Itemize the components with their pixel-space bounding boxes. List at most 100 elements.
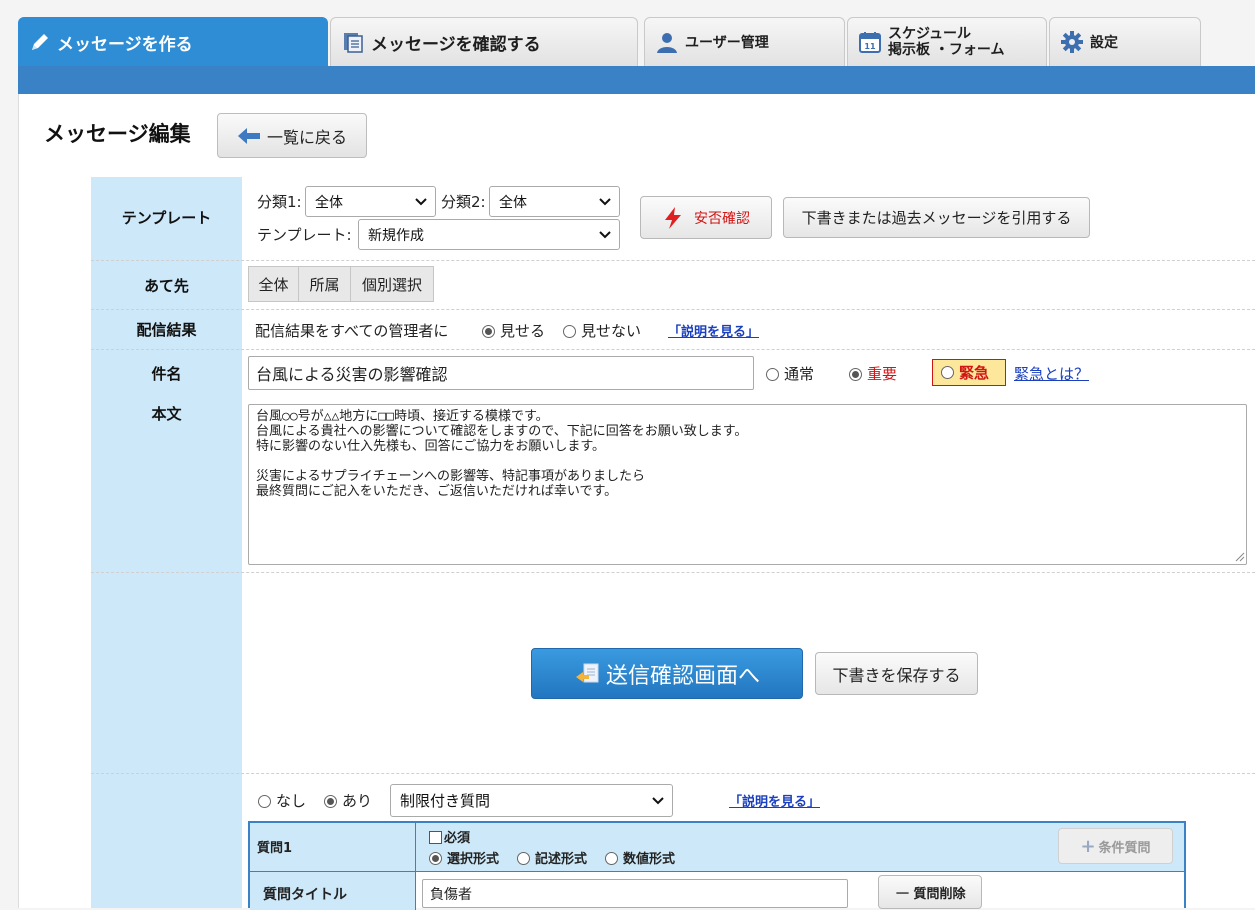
delivery-show-radio[interactable]: 見せる [482, 320, 545, 341]
template-select[interactable]: 新規作成 [358, 219, 620, 250]
template-select-value: 新規作成 [368, 227, 424, 244]
row-divider [91, 773, 1255, 774]
resize-handle-icon[interactable] [1234, 551, 1245, 562]
send-confirm-button[interactable]: 送信確認画面へ [531, 648, 803, 699]
delivery-show-label: 見せる [500, 322, 546, 340]
radio-icon [766, 368, 779, 381]
question-exists-radio[interactable]: あり [324, 790, 372, 811]
radio-icon [941, 366, 954, 379]
pencil-icon [29, 31, 51, 53]
lightning-icon [665, 206, 681, 229]
priority-important-label: 重要 [867, 365, 898, 383]
document-stack-icon [341, 30, 365, 54]
radio-icon [605, 852, 618, 865]
priority-important-radio[interactable]: 重要 [849, 363, 897, 384]
save-draft-button[interactable]: 下書きを保存する [815, 652, 978, 695]
format-number-label: 数値形式 [623, 852, 676, 867]
priority-urgent-label: 緊急 [959, 364, 990, 382]
tab-create-message-label: メッセージを作る [57, 34, 193, 55]
checkbox-icon [429, 831, 442, 844]
conditional-question-label: 条件質問 [1098, 840, 1151, 856]
safety-check-label: 安否確認 [694, 210, 750, 227]
category2-select-value: 全体 [499, 194, 527, 211]
priority-normal-radio[interactable]: 通常 [766, 363, 814, 384]
question-type-select[interactable]: 制限付き質問 [390, 784, 673, 817]
svg-text:11: 11 [864, 42, 876, 51]
label-template: テンプレート [121, 209, 212, 227]
radio-selected-icon [482, 325, 495, 338]
body-textarea[interactable]: 台風○○号が△△地方に□□時頃、接近する模様です。 台風による貴社への影響につい… [248, 404, 1247, 565]
tab-settings[interactable]: 設定 [1049, 17, 1201, 66]
delivery-hide-radio[interactable]: 見せない [563, 320, 641, 341]
template-select-label: テンプレート: [257, 226, 352, 244]
format-number-radio[interactable]: 数値形式 [605, 848, 675, 867]
arrow-left-icon [237, 127, 260, 144]
category2-label: 分類2: [441, 193, 486, 211]
delivery-result-text: 配信結果をすべての管理者に [255, 322, 449, 340]
back-to-list-button[interactable]: 一覧に戻る [217, 113, 367, 158]
chevron-down-icon [652, 797, 664, 805]
delete-question-button[interactable]: －質問削除 [878, 875, 982, 909]
send-confirm-label: 送信確認画面へ [605, 663, 760, 689]
body-line: 台風による貴社への影響について確認をしますので、下記に回答をお願い致します。 [256, 424, 748, 439]
destination-affiliation-label: 所属 [309, 275, 340, 294]
format-choice-label: 選択形式 [447, 852, 500, 867]
question-explain-link[interactable]: 「説明を見る」 [729, 791, 820, 810]
label-delivery-result: 配信結果 [136, 321, 197, 339]
plus-icon: + [1080, 835, 1096, 857]
safety-check-button[interactable]: 安否確認 [640, 196, 772, 239]
category1-select[interactable]: 全体 [305, 186, 436, 217]
question-title-label: 質問タイトル [263, 887, 347, 903]
calendar-icon: 11 [858, 30, 882, 54]
radio-selected-icon [429, 852, 442, 865]
radio-selected-icon [849, 368, 862, 381]
tab-user-management[interactable]: ユーザー管理 [644, 17, 845, 66]
page-title: メッセージ編集 [44, 122, 191, 146]
question-none-label: なし [276, 792, 307, 810]
delete-question-label: 質問削除 [913, 886, 966, 902]
category1-label: 分類1: [257, 193, 302, 211]
category2-select[interactable]: 全体 [489, 186, 620, 217]
quote-draft-label: 下書きまたは過去メッセージを引用する [801, 209, 1072, 227]
row-divider [91, 260, 1255, 261]
chevron-down-icon [415, 198, 427, 206]
tab-confirm-message-label: メッセージを確認する [371, 34, 541, 55]
tab-user-management-label: ユーザー管理 [685, 35, 769, 51]
back-to-list-label: 一覧に戻る [266, 127, 347, 147]
required-label: 必須 [444, 831, 471, 846]
format-text-label: 記述形式 [535, 852, 588, 867]
priority-urgent-radio[interactable]: 緊急 [932, 359, 1006, 386]
user-icon [655, 30, 679, 54]
category1-select-value: 全体 [315, 194, 343, 211]
question-title-input[interactable]: 負傷者 [422, 879, 848, 908]
format-choice-radio[interactable]: 選択形式 [429, 848, 499, 867]
row-divider [91, 309, 1255, 310]
destination-individual-button[interactable]: 個別選択 [350, 266, 434, 302]
question-none-radio[interactable]: なし [258, 790, 306, 811]
quote-draft-button[interactable]: 下書きまたは過去メッセージを引用する [783, 197, 1090, 238]
body-line: 台風○○号が△△地方に□□時頃、接近する模様です。 [256, 409, 549, 424]
destination-affiliation-button[interactable]: 所属 [298, 266, 351, 302]
tab-schedule[interactable]: 11 スケジュール 掲示板 ・フォーム [847, 17, 1047, 66]
destination-individual-label: 個別選択 [361, 275, 422, 294]
tab-schedule-line2: 掲示板 ・フォーム [888, 42, 1005, 58]
chevron-down-icon [599, 231, 611, 239]
what-is-urgent-link[interactable]: 緊急とは？ [1014, 363, 1089, 384]
question-type-value: 制限付き質問 [400, 792, 491, 810]
label-destination: あて先 [144, 277, 189, 295]
subject-input[interactable]: 台風による災害の影響確認 [248, 356, 754, 390]
tab-confirm-message[interactable]: メッセージを確認する [330, 17, 638, 66]
conditional-question-button[interactable]: + 条件質問 [1058, 828, 1173, 864]
save-draft-label: 下書きを保存する [832, 665, 961, 685]
send-document-icon [575, 663, 599, 682]
delivery-explain-link[interactable]: 「説明を見る」 [668, 321, 759, 340]
tab-settings-label: 設定 [1090, 35, 1118, 51]
body-line [256, 454, 1239, 469]
tab-create-message[interactable]: メッセージを作る [18, 17, 328, 66]
required-checkbox[interactable]: 必須 [429, 827, 470, 846]
destination-all-button[interactable]: 全体 [248, 266, 299, 302]
body-line: 特に影響のない仕入先様も、回答にご協力をお願いします。 [256, 439, 606, 454]
format-text-radio[interactable]: 記述形式 [517, 848, 587, 867]
radio-icon [563, 325, 576, 338]
row-divider [91, 572, 1255, 573]
